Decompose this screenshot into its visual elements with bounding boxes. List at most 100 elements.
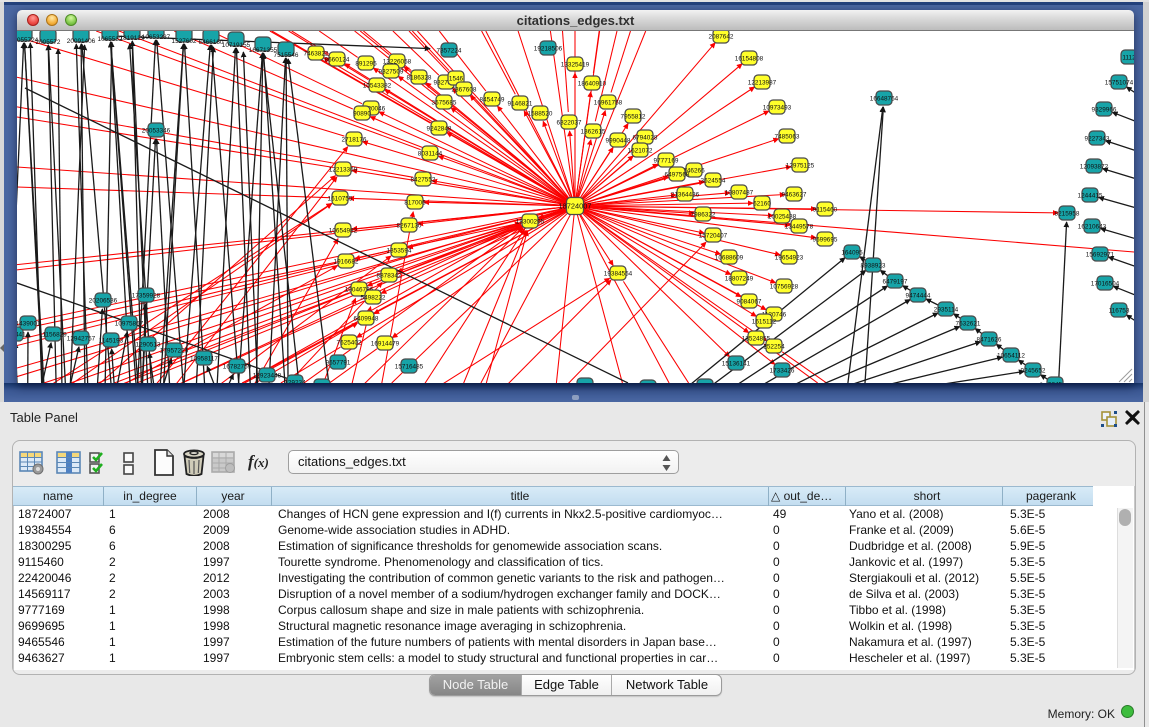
svg-text:10688609: 10688609 [715,254,744,261]
svg-text:1112: 1112 [1122,54,1134,61]
svg-text:10807487: 10807487 [725,189,754,196]
svg-text:18807249: 18807249 [725,275,754,282]
svg-text:16914479: 16914479 [371,340,400,347]
svg-text:17957225: 17957225 [160,347,189,354]
svg-text:7625402: 7625402 [337,339,362,346]
svg-text:10958117: 10958117 [190,355,218,362]
svg-text:2367608: 2367608 [452,86,477,93]
svg-text:10653287: 10653287 [142,34,171,41]
svg-text:19384554: 19384554 [604,270,633,277]
svg-text:8660124: 8660124 [325,56,350,63]
svg-text:164095: 164095 [841,249,863,256]
svg-text:10543382: 10543382 [363,82,392,89]
svg-text:10756928: 10756928 [770,283,799,290]
svg-text:17016504: 17016504 [1091,280,1120,287]
svg-text:13325419: 13325419 [561,61,590,68]
svg-text:9115460: 9115460 [813,206,838,213]
svg-text:16782759: 16782759 [223,363,252,370]
svg-text:7357224: 7357224 [437,47,462,54]
svg-text:9699695: 9699695 [813,236,838,243]
svg-text:90890: 90890 [353,110,371,117]
svg-text:1916682: 1916682 [334,258,359,265]
svg-text:11156829: 11156829 [39,331,67,338]
svg-text:9474444: 9474444 [906,292,931,299]
svg-text:9146821: 9146821 [508,100,533,107]
svg-text:7485063: 7485063 [775,133,800,140]
svg-text:1546: 1546 [449,75,464,82]
svg-text:12093872: 12093872 [1080,163,1109,170]
svg-text:20053346: 20053346 [142,127,171,134]
svg-text:9327509: 9327509 [379,68,404,75]
svg-text:1353594: 1353594 [387,247,412,254]
svg-text:16648764: 16648764 [870,95,899,102]
svg-text:18640910: 18640910 [578,80,607,87]
svg-text:8878342: 8878342 [377,272,402,279]
svg-text:20091406: 20091406 [67,38,96,45]
svg-text:9245: 9245 [1048,381,1063,383]
svg-text:9777169: 9777169 [654,157,679,164]
svg-text:10975867: 10975867 [115,320,144,327]
svg-text:6497568: 6497568 [665,171,690,178]
svg-text:2718176: 2718176 [342,136,367,143]
svg-text:1610755: 1610755 [328,195,353,202]
svg-text:8186328: 8186328 [407,74,432,81]
svg-text:1733426: 1733426 [770,367,795,374]
svg-text:3575685: 3575685 [432,99,457,106]
svg-text:6409948: 6409948 [354,315,379,322]
svg-text:10654112: 10654112 [997,352,1025,359]
svg-text:9227343: 9227343 [1085,135,1110,142]
svg-text:1621072: 1621072 [628,147,653,154]
svg-text:15720407: 15720407 [699,232,728,239]
svg-text:1362615: 1362615 [581,128,606,135]
svg-text:9990448: 9990448 [606,137,631,144]
svg-text:1145193: 1145193 [99,337,124,344]
svg-text:19218506: 19218506 [534,45,563,52]
svg-text:391441: 391441 [17,331,26,338]
svg-text:5498222: 5498222 [361,294,386,301]
svg-text:1615112: 1615112 [752,318,777,325]
svg-text:12213369: 12213369 [329,166,358,173]
svg-text:1588520: 1588520 [528,110,553,117]
svg-text:16210643: 16210643 [1078,223,1107,230]
svg-text:10654982: 10654982 [329,227,358,234]
svg-text:6479197: 6479197 [883,278,908,285]
svg-text:8031144: 8031144 [418,150,443,157]
svg-text:252254: 252254 [763,343,785,350]
svg-text:15751074: 15751074 [1105,79,1134,86]
svg-text:8938923: 8938923 [861,262,886,269]
svg-text:7515546: 7515546 [274,52,299,59]
svg-text:12975125: 12975125 [786,162,815,169]
svg-text:7986322: 7986322 [691,211,716,218]
svg-text:7632621: 7632621 [956,320,981,327]
svg-text:8427552: 8427552 [411,176,436,183]
svg-text:21364436: 21364436 [671,191,700,198]
svg-text:13449578: 13449578 [785,223,814,230]
svg-text:9242848: 9242848 [427,125,452,132]
svg-text:1244415: 1244415 [1078,192,1103,199]
svg-text:817006: 817006 [404,199,426,206]
svg-text:8267130: 8267130 [397,222,422,229]
svg-text:62160: 62160 [753,200,771,207]
svg-text:2087642: 2087642 [709,33,734,40]
svg-text:1527602: 1527602 [172,38,197,45]
svg-text:6322037: 6322037 [557,119,582,126]
svg-text:9329966: 9329966 [1092,106,1117,113]
svg-text:18300295: 18300295 [516,218,545,225]
svg-text:8471626: 8471626 [977,336,1002,343]
svg-text:12923448: 12923448 [253,372,282,379]
svg-text:6794028: 6794028 [633,134,658,141]
svg-text:6466160: 6466160 [199,39,224,46]
svg-text:891295: 891295 [355,60,377,67]
svg-text:12942757: 12942757 [67,335,96,342]
svg-text:17359928: 17359928 [132,292,161,299]
svg-text:2005572: 2005572 [36,39,61,46]
svg-text:7955812: 7955812 [621,113,646,120]
svg-text:116753: 116753 [1109,307,1130,314]
svg-text:1439001: 1439001 [17,320,41,327]
svg-text:9463627: 9463627 [782,191,807,198]
svg-text:20206536: 20206536 [89,297,118,304]
svg-text:86452: 86452 [576,382,594,383]
svg-text:15692971: 15692971 [1086,251,1115,258]
svg-text:9084067: 9084067 [737,298,762,305]
svg-text:3624554: 3624554 [701,177,726,184]
